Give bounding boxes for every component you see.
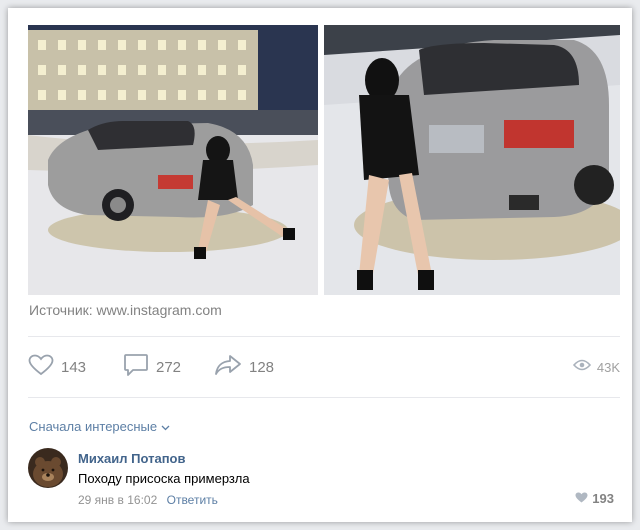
comment-button[interactable]: 272 — [123, 353, 181, 381]
comment-date[interactable]: 29 янв в 16:02 — [78, 493, 157, 507]
heart-icon — [28, 354, 54, 381]
post-actions: 143 272 128 43K — [28, 353, 620, 381]
views-count: 43K — [596, 359, 620, 375]
like-count: 143 — [61, 358, 87, 376]
views-counter: 43K — [572, 353, 620, 381]
comment-author[interactable]: Михаил Потапов — [78, 451, 186, 466]
comment-icon — [123, 353, 149, 382]
comment-count: 272 — [156, 358, 182, 376]
post-source: Источник: www.instagram.com — [29, 302, 222, 318]
reply-button[interactable]: Ответить — [167, 493, 218, 507]
chevron-down-icon — [161, 419, 170, 434]
share-count: 128 — [249, 358, 275, 376]
comment-sort-dropdown[interactable]: Сначала интересные — [29, 419, 170, 434]
avatar[interactable] — [28, 448, 68, 488]
divider — [28, 336, 620, 337]
eye-icon — [572, 358, 591, 376]
source-link[interactable]: www.instagram.com — [97, 302, 222, 318]
post-photo-1[interactable] — [28, 25, 318, 295]
comment-meta: 29 янв в 16:02 Ответить — [78, 493, 218, 507]
post-photo-2[interactable] — [324, 25, 620, 295]
comment-text: Походу присоска примерзла — [78, 471, 250, 486]
source-label: Источник: — [29, 302, 93, 318]
share-button[interactable]: 128 — [214, 353, 274, 381]
post-card: Источник: www.instagram.com 143 272 128 — [8, 8, 632, 522]
comment-like-count: 193 — [592, 491, 614, 506]
share-icon — [214, 354, 242, 381]
sort-label: Сначала интересные — [29, 419, 158, 434]
divider — [28, 397, 620, 398]
comment-like-button[interactable]: 193 — [575, 491, 614, 506]
like-button[interactable]: 143 — [28, 353, 86, 381]
heart-icon — [575, 491, 588, 506]
